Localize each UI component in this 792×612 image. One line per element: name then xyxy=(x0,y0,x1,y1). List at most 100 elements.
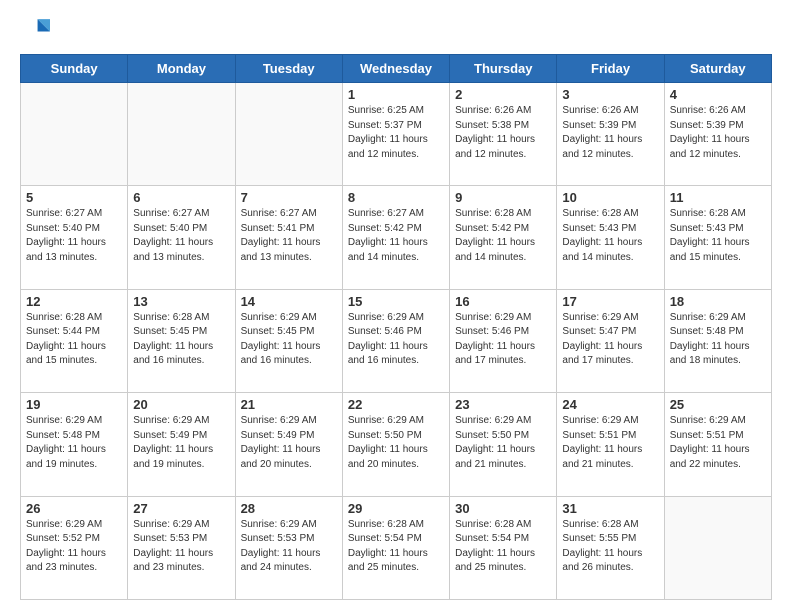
day-number: 24 xyxy=(562,397,658,412)
calendar-day-cell: 16 Sunrise: 6:29 AMSunset: 5:46 PMDayligh… xyxy=(450,289,557,392)
calendar-week-row: 19Sunrise: 6:29 AMSunset: 5:48 PMDayligh… xyxy=(21,393,772,496)
calendar-day-cell xyxy=(21,83,128,186)
day-number: 27 xyxy=(133,501,229,516)
day-info: Sunrise: 6:29 AMSunset: 5:49 PMDaylight:… xyxy=(133,414,229,472)
calendar-day-cell: 17 Sunrise: 6:29 AMSunset: 5:47 PMDayligh… xyxy=(557,289,664,392)
calendar-day-header: Tuesday xyxy=(235,55,342,83)
calendar-day-cell: 7 Sunrise: 6:27 AMSunset: 5:41 PMDaylight… xyxy=(235,186,342,289)
calendar-day-cell: 24 Sunrise: 6:29 AMSunset: 5:51 PMDayligh… xyxy=(557,393,664,496)
day-number: 28 xyxy=(241,501,337,516)
calendar-day-cell: 11 Sunrise: 6:28 AMSunset: 5:43 PMDayligh… xyxy=(664,186,771,289)
day-info: Sunrise: 6:28 AMSunset: 5:43 PMDaylight:… xyxy=(670,207,766,265)
calendar-day-cell: 22 Sunrise: 6:29 AMSunset: 5:50 PMDayligh… xyxy=(342,393,449,496)
day-number: 10 xyxy=(562,190,658,205)
calendar-day-cell: 19Sunrise: 6:29 AMSunset: 5:48 PMDayligh… xyxy=(21,393,128,496)
day-info: Sunrise: 6:29 AMSunset: 5:47 PMDaylight:… xyxy=(562,311,658,369)
calendar-day-cell xyxy=(128,83,235,186)
day-info: Sunrise: 6:29 AMSunset: 5:50 PMDaylight:… xyxy=(348,414,444,472)
day-number: 22 xyxy=(348,397,444,412)
day-number: 7 xyxy=(241,190,337,205)
day-number: 8 xyxy=(348,190,444,205)
day-number: 19 xyxy=(26,397,122,412)
calendar-week-row: 5 Sunrise: 6:27 AMSunset: 5:40 PMDaylight… xyxy=(21,186,772,289)
calendar-day-cell: 21 Sunrise: 6:29 AMSunset: 5:49 PMDayligh… xyxy=(235,393,342,496)
day-number: 29 xyxy=(348,501,444,516)
calendar-day-cell: 27Sunrise: 6:29 AMSunset: 5:53 PMDayligh… xyxy=(128,496,235,599)
day-number: 14 xyxy=(241,294,337,309)
day-number: 9 xyxy=(455,190,551,205)
calendar-day-cell: 18 Sunrise: 6:29 AMSunset: 5:48 PMDayligh… xyxy=(664,289,771,392)
calendar-day-cell: 26 Sunrise: 6:29 AMSunset: 5:52 PMDayligh… xyxy=(21,496,128,599)
calendar-day-cell: 12 Sunrise: 6:28 AMSunset: 5:44 PMDayligh… xyxy=(21,289,128,392)
day-number: 1 xyxy=(348,87,444,102)
calendar-day-cell: 1 Sunrise: 6:25 AMSunset: 5:37 PMDaylight… xyxy=(342,83,449,186)
calendar-day-cell: 15Sunrise: 6:29 AMSunset: 5:46 PMDayligh… xyxy=(342,289,449,392)
day-info: Sunrise: 6:28 AMSunset: 5:42 PMDaylight:… xyxy=(455,207,551,265)
day-info: Sunrise: 6:28 AMSunset: 5:55 PMDaylight:… xyxy=(562,518,658,576)
day-info: Sunrise: 6:28 AMSunset: 5:44 PMDaylight:… xyxy=(26,311,122,369)
day-number: 16 xyxy=(455,294,551,309)
day-info: Sunrise: 6:26 AMSunset: 5:38 PMDaylight:… xyxy=(455,104,551,162)
calendar-day-cell: 20Sunrise: 6:29 AMSunset: 5:49 PMDayligh… xyxy=(128,393,235,496)
calendar-day-header: Saturday xyxy=(664,55,771,83)
day-number: 17 xyxy=(562,294,658,309)
day-number: 3 xyxy=(562,87,658,102)
day-info: Sunrise: 6:29 AMSunset: 5:53 PMDaylight:… xyxy=(241,518,337,576)
day-number: 26 xyxy=(26,501,122,516)
day-info: Sunrise: 6:28 AMSunset: 5:45 PMDaylight:… xyxy=(133,311,229,369)
calendar-week-row: 12 Sunrise: 6:28 AMSunset: 5:44 PMDayligh… xyxy=(21,289,772,392)
day-number: 2 xyxy=(455,87,551,102)
day-number: 18 xyxy=(670,294,766,309)
calendar-day-cell: 3 Sunrise: 6:26 AMSunset: 5:39 PMDaylight… xyxy=(557,83,664,186)
day-number: 5 xyxy=(26,190,122,205)
day-info: Sunrise: 6:29 AMSunset: 5:49 PMDaylight:… xyxy=(241,414,337,472)
day-info: Sunrise: 6:26 AMSunset: 5:39 PMDaylight:… xyxy=(562,104,658,162)
calendar-day-cell: 31 Sunrise: 6:28 AMSunset: 5:55 PMDayligh… xyxy=(557,496,664,599)
calendar-day-cell: 9 Sunrise: 6:28 AMSunset: 5:42 PMDaylight… xyxy=(450,186,557,289)
day-info: Sunrise: 6:29 AMSunset: 5:48 PMDaylight:… xyxy=(670,311,766,369)
calendar-day-cell: 14 Sunrise: 6:29 AMSunset: 5:45 PMDayligh… xyxy=(235,289,342,392)
day-number: 23 xyxy=(455,397,551,412)
day-info: Sunrise: 6:27 AMSunset: 5:40 PMDaylight:… xyxy=(26,207,122,265)
calendar-day-header: Monday xyxy=(128,55,235,83)
day-info: Sunrise: 6:25 AMSunset: 5:37 PMDaylight:… xyxy=(348,104,444,162)
calendar-day-header: Thursday xyxy=(450,55,557,83)
day-number: 13 xyxy=(133,294,229,309)
calendar-day-cell: 30 Sunrise: 6:28 AMSunset: 5:54 PMDayligh… xyxy=(450,496,557,599)
day-info: Sunrise: 6:26 AMSunset: 5:39 PMDaylight:… xyxy=(670,104,766,162)
day-number: 31 xyxy=(562,501,658,516)
calendar-day-cell: 2 Sunrise: 6:26 AMSunset: 5:38 PMDaylight… xyxy=(450,83,557,186)
calendar-table: SundayMondayTuesdayWednesdayThursdayFrid… xyxy=(20,54,772,600)
calendar-day-cell: 8 Sunrise: 6:27 AMSunset: 5:42 PMDaylight… xyxy=(342,186,449,289)
calendar-header-row: SundayMondayTuesdayWednesdayThursdayFrid… xyxy=(21,55,772,83)
day-number: 30 xyxy=(455,501,551,516)
calendar-day-cell: 4Sunrise: 6:26 AMSunset: 5:39 PMDaylight… xyxy=(664,83,771,186)
day-number: 6 xyxy=(133,190,229,205)
calendar-week-row: 1 Sunrise: 6:25 AMSunset: 5:37 PMDaylight… xyxy=(21,83,772,186)
day-info: Sunrise: 6:29 AMSunset: 5:46 PMDaylight:… xyxy=(455,311,551,369)
day-number: 25 xyxy=(670,397,766,412)
calendar-day-header: Friday xyxy=(557,55,664,83)
day-info: Sunrise: 6:27 AMSunset: 5:41 PMDaylight:… xyxy=(241,207,337,265)
calendar-day-cell: 10 Sunrise: 6:28 AMSunset: 5:43 PMDayligh… xyxy=(557,186,664,289)
day-info: Sunrise: 6:27 AMSunset: 5:40 PMDaylight:… xyxy=(133,207,229,265)
day-info: Sunrise: 6:29 AMSunset: 5:45 PMDaylight:… xyxy=(241,311,337,369)
day-info: Sunrise: 6:27 AMSunset: 5:42 PMDaylight:… xyxy=(348,207,444,265)
day-number: 21 xyxy=(241,397,337,412)
calendar-day-cell: 5 Sunrise: 6:27 AMSunset: 5:40 PMDaylight… xyxy=(21,186,128,289)
day-info: Sunrise: 6:29 AMSunset: 5:51 PMDaylight:… xyxy=(562,414,658,472)
calendar-day-cell xyxy=(235,83,342,186)
day-number: 12 xyxy=(26,294,122,309)
calendar-day-header: Wednesday xyxy=(342,55,449,83)
day-info: Sunrise: 6:29 AMSunset: 5:51 PMDaylight:… xyxy=(670,414,766,472)
calendar-day-cell: 23Sunrise: 6:29 AMSunset: 5:50 PMDayligh… xyxy=(450,393,557,496)
day-number: 11 xyxy=(670,190,766,205)
calendar-day-cell xyxy=(664,496,771,599)
calendar-day-cell: 29 Sunrise: 6:28 AMSunset: 5:54 PMDayligh… xyxy=(342,496,449,599)
logo xyxy=(20,16,50,44)
day-info: Sunrise: 6:28 AMSunset: 5:54 PMDaylight:… xyxy=(348,518,444,576)
day-info: Sunrise: 6:28 AMSunset: 5:54 PMDaylight:… xyxy=(455,518,551,576)
day-info: Sunrise: 6:28 AMSunset: 5:43 PMDaylight:… xyxy=(562,207,658,265)
day-info: Sunrise: 6:29 AMSunset: 5:52 PMDaylight:… xyxy=(26,518,122,576)
calendar-day-header: Sunday xyxy=(21,55,128,83)
